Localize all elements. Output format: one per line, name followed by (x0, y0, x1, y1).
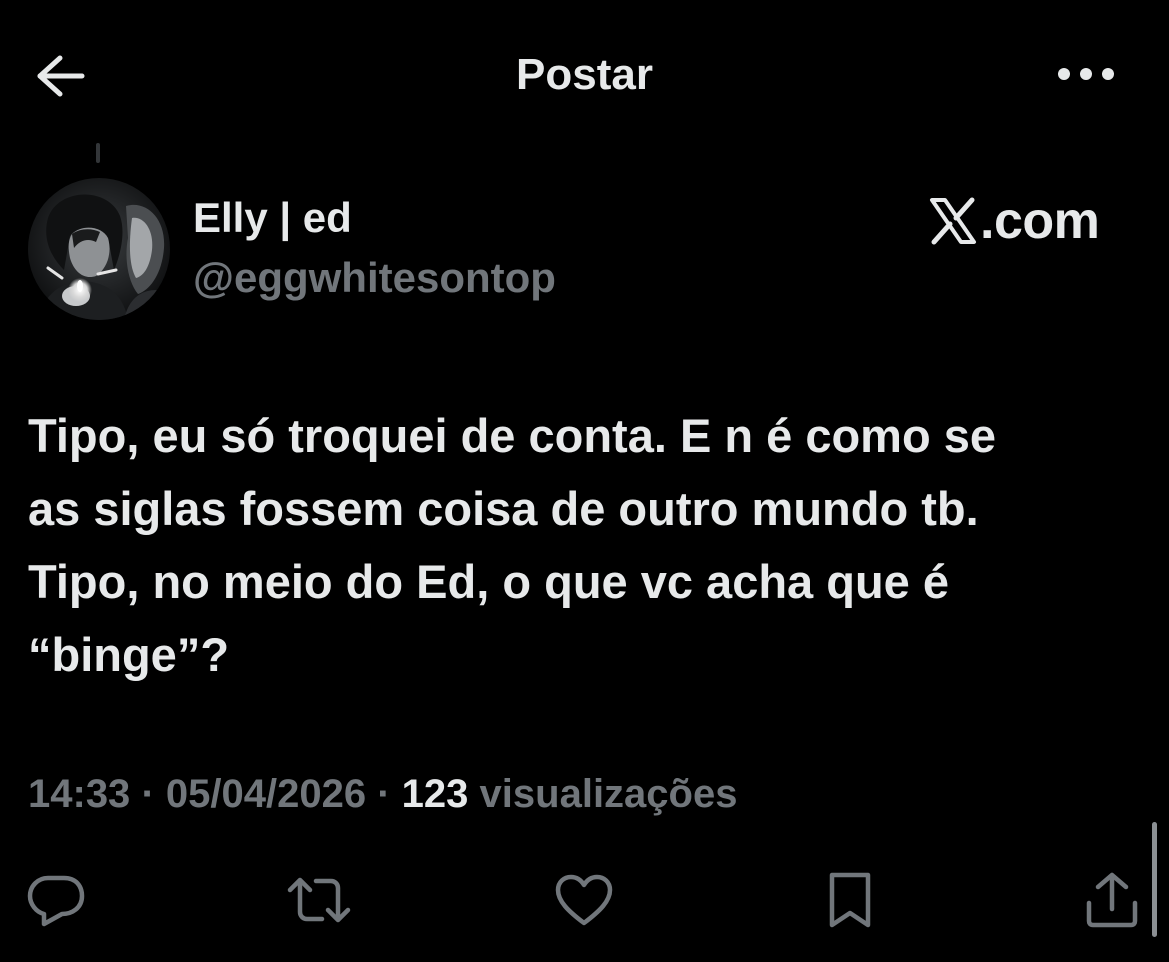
reply-icon (26, 872, 86, 928)
page-title: Postar (516, 50, 653, 99)
meta-separator: · (141, 772, 155, 816)
share-button[interactable] (1080, 868, 1144, 932)
more-horizontal-icon (1056, 66, 1116, 82)
bookmark-icon (826, 871, 874, 929)
tweet-date[interactable]: 05/04/2026 (166, 772, 366, 816)
avatar[interactable] (28, 178, 170, 320)
tweet-body-text: Tipo, eu só troquei de conta. E n é como… (28, 409, 997, 681)
author-display-name[interactable]: Elly | ed (193, 194, 352, 242)
repost-button[interactable] (287, 868, 351, 932)
x-com-watermark: .com (928, 192, 1100, 250)
tweet-metadata: 14:33 · 05/04/2026 · 123 visualizações (28, 772, 737, 817)
site-domain-text: .com (980, 192, 1100, 250)
heart-icon (554, 873, 614, 927)
back-button[interactable] (30, 48, 90, 104)
bookmark-button[interactable] (818, 868, 882, 932)
author-handle[interactable]: @eggwhitesontop (193, 254, 556, 302)
reply-button[interactable] (24, 868, 88, 932)
more-options-button[interactable] (1050, 52, 1122, 96)
meta-separator: · (377, 772, 391, 816)
tweet-time[interactable]: 14:33 (28, 772, 130, 816)
share-icon (1084, 871, 1140, 929)
thread-connector-line (96, 143, 100, 163)
views-label[interactable]: visualizações (480, 772, 738, 816)
scrollbar[interactable] (1152, 822, 1157, 937)
views-count[interactable]: 123 (402, 772, 469, 816)
x-logo-icon (928, 196, 978, 246)
top-bar: Postar (0, 0, 1169, 150)
arrow-left-icon (34, 54, 86, 98)
avatar-photo (28, 178, 170, 320)
repost-icon (286, 874, 352, 926)
like-button[interactable] (552, 868, 616, 932)
